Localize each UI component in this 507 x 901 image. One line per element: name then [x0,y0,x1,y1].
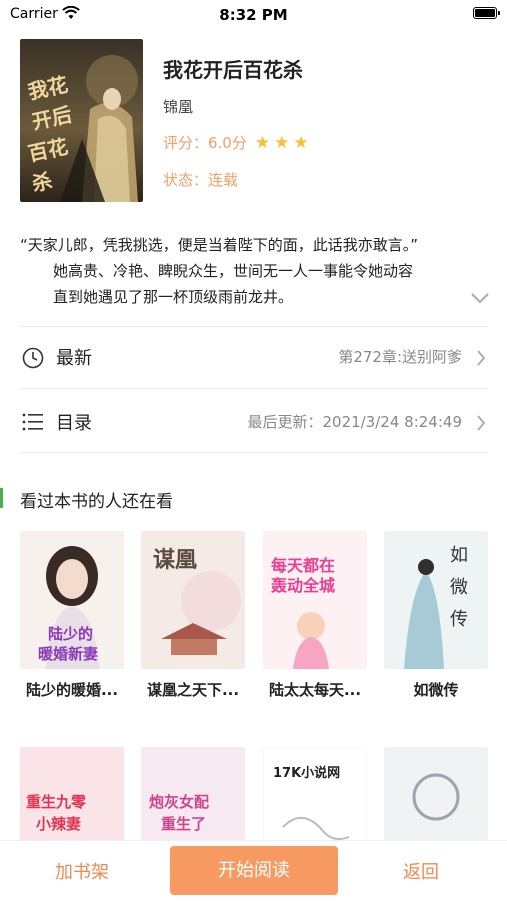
list-icon [22,412,44,436]
book-title: 我花开后百花杀 [163,58,303,82]
bottom-action-bar: 加书架 开始阅读 返回 [0,840,507,901]
divider [20,452,488,453]
book-author[interactable]: 锦凰 [163,96,193,117]
svg-text:小辣妻: 小辣妻 [36,815,81,833]
svg-text:微: 微 [450,577,468,598]
svg-text:如: 如 [450,545,468,566]
chevron-down-icon[interactable] [470,289,490,308]
add-to-shelf-button[interactable]: 加书架 [55,858,109,884]
svg-text:17K小说网: 17K小说网 [273,765,340,781]
book-cover: 如 微 传 [384,531,488,669]
section-accent-bar [0,488,3,508]
svg-text:传: 传 [450,609,468,630]
svg-text:重生了: 重生了 [161,815,206,833]
book-intro[interactable]: “天家儿郎，凭我挑选，便是当着陛下的面，此话我亦敢言。” 她高贵、冷艳、睥睨众生… [20,232,480,310]
svg-text:谋凰: 谋凰 [153,547,197,573]
last-update-value: 最后更新：2021/3/24 8:24:49 [247,413,462,431]
book-status: 状态：连载 [163,171,239,189]
svg-text:每天都在: 每天都在 [271,556,335,575]
book-name: 如微传 [413,681,459,699]
svg-text:重生九零: 重生九零 [26,793,87,811]
svg-text:暖婚新妻: 暖婚新妻 [38,645,98,663]
book-cover: 每天都在 轰动全城 [263,531,367,669]
back-button[interactable]: 返回 [403,858,439,884]
clock-icon [22,347,44,373]
star-icon: ★★★ [254,132,313,153]
chevron-right-icon [476,349,486,371]
battery-icon [473,7,500,19]
intro-line: 直到她遇见了那一杯顶级雨前龙井。 [53,288,294,306]
recommended-book[interactable]: 谋凰 谋凰之天下... [141,531,245,700]
clock-time: 8:32 PM [219,6,288,24]
status-bar: Carrier 8:32 PM [0,0,507,28]
book-rating: 评分：6.0分 ★★★ [163,132,313,153]
book-name: 谋凰之天下... [146,681,240,699]
catalog-row[interactable]: 目录 最后更新：2021/3/24 8:24:49 [20,392,488,452]
recommended-book[interactable]: 每天都在 轰动全城 陆太太每天... [263,531,367,700]
svg-text:轰动全城: 轰动全城 [270,576,335,595]
latest-chapter-row[interactable]: 最新 第272章:送别阿爹 [20,327,488,387]
start-reading-button[interactable]: 开始阅读 [170,846,338,895]
latest-label: 最新 [56,348,92,369]
latest-chapter-value: 第272章:送别阿爹 [338,348,462,366]
intro-line: “天家儿郎，凭我挑选，便是当着陛下的面，此话我亦敢言。” [20,236,419,254]
book-name: 陆太太每天... [268,681,362,699]
rating-label: 评分：6.0分 [163,134,247,152]
section-title: 看过本书的人还在看 [20,492,173,512]
catalog-label: 目录 [56,413,92,434]
book-cover: 谋凰 [141,531,245,669]
svg-text:陆少的: 陆少的 [48,625,93,643]
book-cover: 我花 开后 百花 杀 [20,39,143,202]
intro-line: 她高贵、冷艳、睥睨众生，世间无一人一事能令她动容 [53,262,414,280]
book-cover: 陆少的 暖婚新妻 [20,531,124,669]
recommended-book[interactable]: 如 微 传 如微传 [384,531,488,700]
recommended-book[interactable]: 陆少的 暖婚新妻 陆少的暖婚... [20,531,124,700]
chevron-right-icon [476,414,486,436]
svg-text:炮灰女配: 炮灰女配 [149,793,209,811]
book-name: 陆少的暖婚... [25,681,119,699]
divider [20,388,488,389]
